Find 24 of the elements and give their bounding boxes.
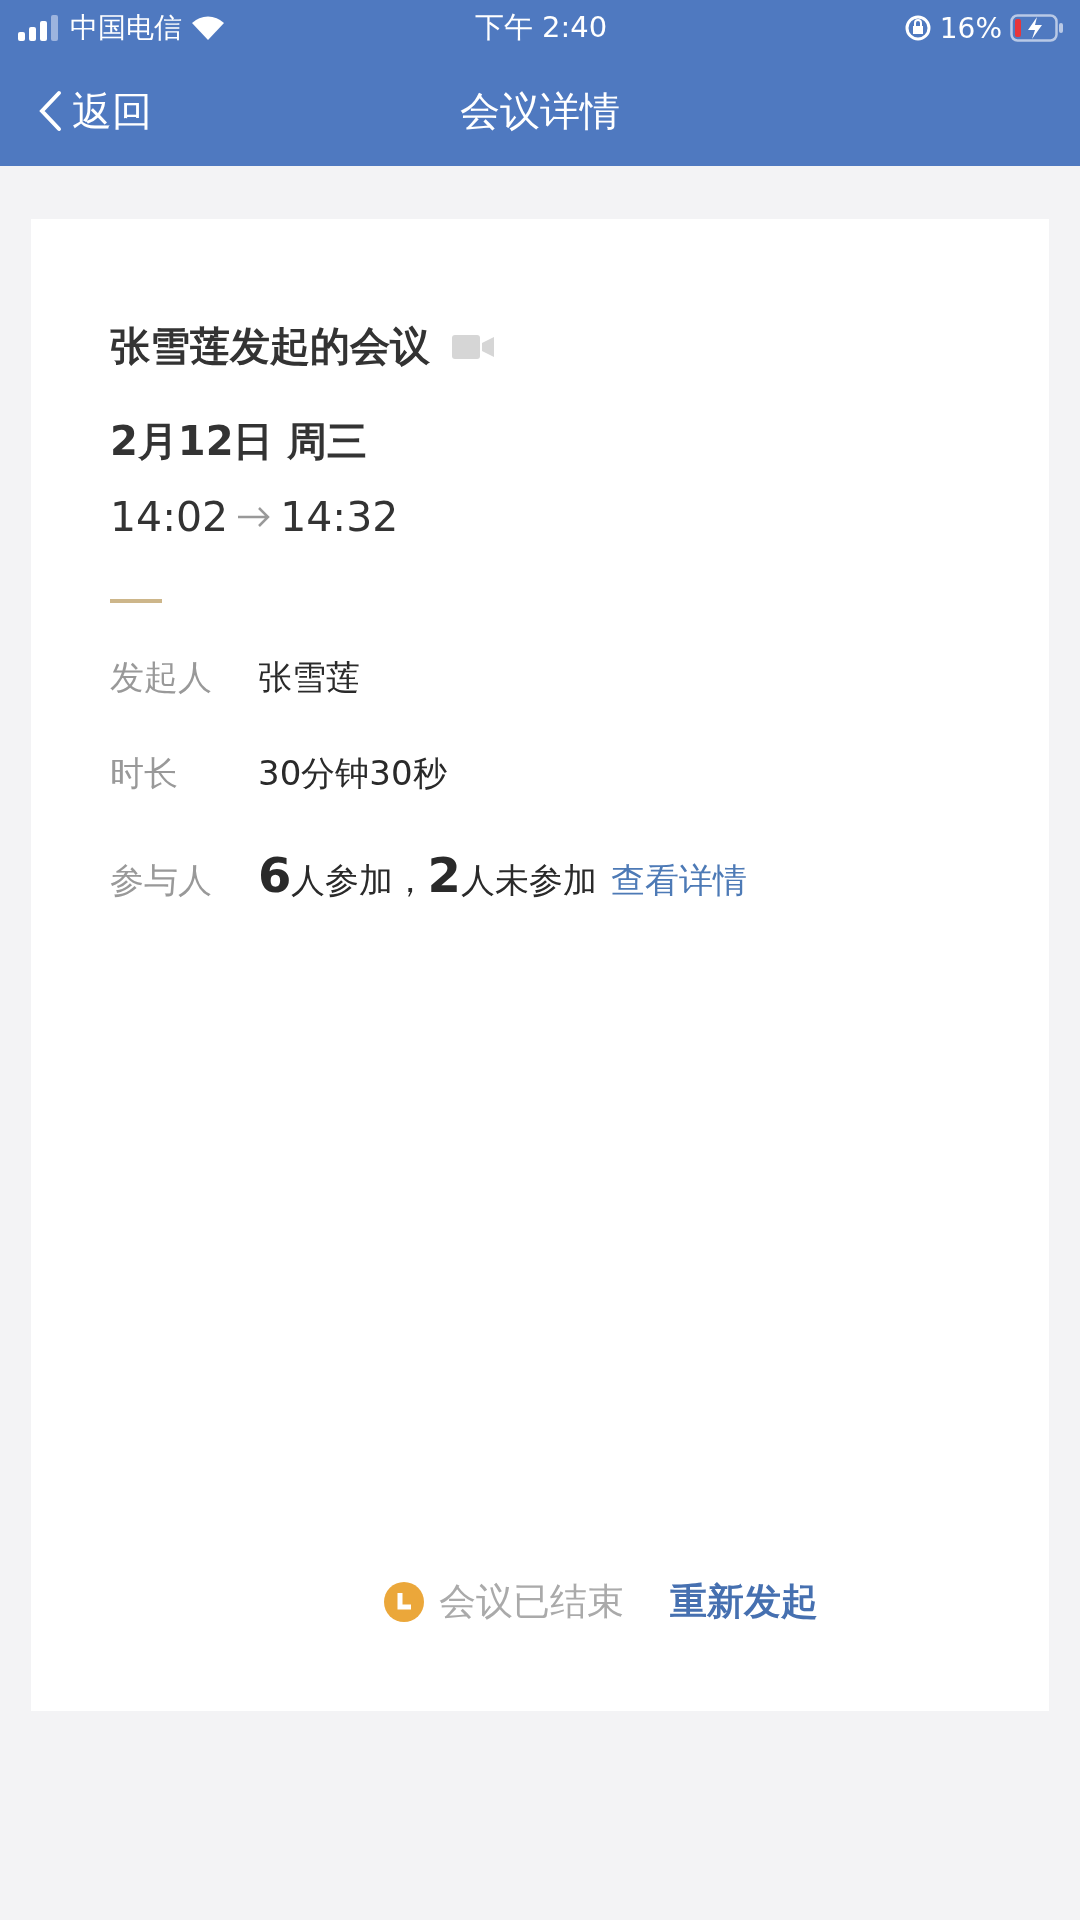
end-time: 14:32 [280,493,399,541]
page-title: 会议详情 [460,87,620,134]
meeting-date: 2月12日 周三 [110,418,368,464]
clock-time: 下午 2:40 [474,9,608,46]
details-link[interactable]: 查看详情 [610,858,747,904]
detail-label: 参与人 [110,859,213,902]
clock-icon [382,1581,425,1623]
start-time: 14:02 [110,493,229,541]
wifi-icon [190,14,226,42]
battery-percent: 16% [939,11,1002,45]
detail-label: 发起人 [110,656,213,699]
detail-value: 张雪莲 [258,656,360,699]
battery-charging-icon [1010,14,1064,42]
meeting-title: 张雪莲发起的会议 [110,322,430,371]
back-chevron-icon [38,90,62,132]
back-button[interactable]: 返回 [38,83,152,139]
detail-value: 6人参加，2人未参加 [258,847,597,904]
restart-button[interactable]: 重新发起 [669,1577,818,1627]
carrier-name: 中国电信 [70,10,182,46]
meeting-status: 会议已结束 [438,1579,624,1625]
detail-value: 30分钟30秒 [258,752,447,795]
rotation-lock-icon [903,14,932,42]
video-camera-icon [452,334,494,359]
detail-label: 时长 [110,752,179,795]
